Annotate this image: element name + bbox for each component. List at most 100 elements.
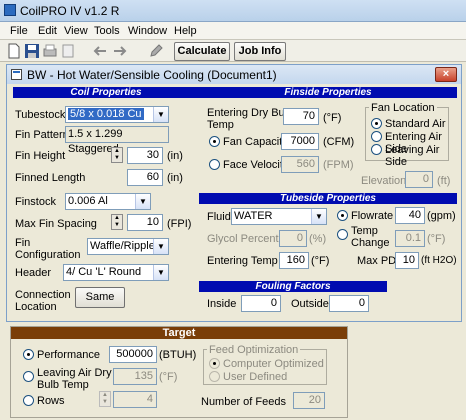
- save-icon[interactable]: [24, 43, 40, 59]
- chevron-down-icon: ▼: [311, 209, 326, 224]
- finstock-label: Finstock: [15, 196, 56, 208]
- fin-config-value: Waffle/Ripple: [90, 240, 155, 252]
- inside-label: Inside: [207, 298, 237, 310]
- document-window: BW - Hot Water/Sensible Cooling (Documen…: [6, 64, 462, 322]
- rows-stepper[interactable]: ▲ ▼: [99, 391, 111, 407]
- glycol-input[interactable]: 0: [279, 230, 307, 247]
- fan-location-title: Fan Location: [369, 102, 437, 114]
- leaving-air-unit: (°F): [159, 371, 178, 383]
- performance-input[interactable]: 500000: [109, 346, 157, 363]
- rows-input[interactable]: 4: [113, 391, 157, 408]
- preview-icon[interactable]: [60, 43, 76, 59]
- finned-length-input[interactable]: 60: [127, 169, 163, 186]
- job-info-button[interactable]: Job Info: [234, 42, 286, 61]
- outside-label: Outside: [291, 298, 329, 310]
- finned-length-unit: (in): [167, 172, 183, 184]
- max-pd-unit: (ft H2O): [421, 255, 457, 266]
- max-fin-spacing-input[interactable]: 10: [127, 214, 163, 231]
- leaving-air-radio[interactable]: [23, 371, 34, 382]
- entering-temp-input[interactable]: 160: [279, 252, 309, 269]
- spin-up-icon[interactable]: ▲: [112, 148, 122, 155]
- fin-height-label: Fin Height: [15, 150, 66, 162]
- spin-down-icon[interactable]: ▼: [112, 155, 122, 162]
- fouling-factors-header: Fouling Factors: [199, 281, 387, 292]
- elevation-unit: (ft): [437, 175, 451, 187]
- computer-optimized-label: Computer Optimized: [223, 358, 324, 370]
- menu-edit[interactable]: Edit: [38, 25, 57, 37]
- fan-capacity-radio[interactable]: [209, 136, 220, 147]
- max-fin-stepper[interactable]: ▲ ▼: [111, 214, 123, 230]
- leaving-air-input[interactable]: 135: [113, 368, 157, 385]
- standard-air-label: Standard Air: [385, 118, 446, 130]
- spin-up-icon[interactable]: ▲: [112, 215, 122, 222]
- leaving-air-label-2: Bulb Temp: [37, 379, 89, 391]
- connection-same-button[interactable]: Same: [75, 287, 125, 308]
- face-velocity-radio[interactable]: [209, 159, 220, 170]
- standard-air-radio[interactable]: [371, 118, 382, 129]
- connection-label-1: Connection: [15, 289, 71, 301]
- temp-change-unit: (°F): [427, 233, 446, 245]
- rows-radio[interactable]: [23, 395, 34, 406]
- entering-air-side-radio[interactable]: [371, 131, 382, 142]
- temp-change-radio[interactable]: [337, 229, 348, 240]
- flowrate-input[interactable]: 40: [395, 207, 425, 224]
- menu-help[interactable]: Help: [174, 25, 197, 37]
- fin-height-stepper[interactable]: ▲ ▼: [111, 147, 123, 163]
- outside-input[interactable]: 0: [329, 295, 369, 312]
- leaving-air-side-radio[interactable]: [371, 144, 382, 155]
- toolbar: Calculate Job Info: [0, 40, 466, 62]
- chevron-down-icon: ▼: [135, 194, 150, 209]
- target-panel: Target Performance 500000 (BTUH) Leaving…: [10, 326, 348, 418]
- menu-tools[interactable]: Tools: [94, 25, 120, 37]
- document-title-bar: BW - Hot Water/Sensible Cooling (Documen…: [7, 65, 461, 84]
- pencil-icon[interactable]: [148, 43, 164, 59]
- temp-change-label-1: Temp: [351, 225, 378, 237]
- fan-capacity-input[interactable]: 7000: [281, 133, 319, 150]
- number-of-feeds-input[interactable]: 20: [293, 392, 325, 409]
- number-of-feeds-label: Number of Feeds: [201, 396, 286, 408]
- tubeside-properties-panel: Tubeside Properties Fluid WATER ▼ Flowrat…: [199, 193, 457, 269]
- inside-input[interactable]: 0: [241, 295, 281, 312]
- fluid-select[interactable]: WATER ▼: [231, 208, 327, 225]
- menu-window[interactable]: Window: [128, 25, 167, 37]
- header-label: Header: [15, 267, 52, 279]
- back-arrow-icon[interactable]: [92, 43, 108, 59]
- menu-file[interactable]: File: [10, 25, 28, 37]
- user-defined-radio[interactable]: [209, 371, 220, 382]
- performance-radio[interactable]: [23, 349, 34, 360]
- fin-height-input[interactable]: 30: [127, 147, 163, 164]
- finned-length-label: Finned Length: [15, 172, 86, 184]
- menu-view[interactable]: View: [64, 25, 88, 37]
- flowrate-radio[interactable]: [337, 210, 348, 221]
- face-velocity-input[interactable]: 560: [281, 156, 319, 173]
- elevation-input[interactable]: 0: [405, 171, 433, 188]
- finstock-select[interactable]: 0.006 Al ▼: [65, 193, 151, 210]
- connection-label-2: Location: [15, 301, 57, 313]
- finside-properties-header: Finside Properties: [199, 87, 457, 98]
- coil-properties-panel: Coil Properties Tubestock 5/8 x 0.018 Cu…: [13, 87, 199, 315]
- temp-change-input[interactable]: 0.1: [395, 230, 425, 247]
- print-icon[interactable]: [42, 43, 58, 59]
- app-window: CoilPRO IV v1.2 R File Edit View Tools W…: [0, 0, 466, 420]
- header-select[interactable]: 4/ Cu 'L' Round ▼: [63, 264, 169, 281]
- coil-properties-header: Coil Properties: [13, 87, 199, 98]
- edb-unit: (°F): [323, 112, 342, 124]
- max-pd-input[interactable]: 10: [395, 252, 419, 269]
- spin-down-icon[interactable]: ▼: [112, 222, 122, 229]
- spin-up-icon[interactable]: ▲: [100, 392, 110, 399]
- menu-bar: File Edit View Tools Window Help: [0, 22, 466, 40]
- elevation-label: Elevation: [361, 175, 407, 187]
- spin-down-icon[interactable]: ▼: [100, 399, 110, 406]
- forward-arrow-icon[interactable]: [112, 43, 128, 59]
- close-icon[interactable]: ×: [435, 67, 457, 82]
- fin-config-select[interactable]: Waffle/Ripple ▼: [87, 238, 169, 255]
- calculate-button[interactable]: Calculate: [174, 42, 230, 61]
- flowrate-label: Flowrate: [351, 210, 394, 222]
- glycol-label: Glycol Percent: [207, 233, 279, 245]
- computer-optimized-radio[interactable]: [209, 358, 220, 369]
- leaving-air-side-label: Leaving Air Side: [385, 144, 440, 168]
- new-file-icon[interactable]: [6, 43, 22, 59]
- edb-input[interactable]: 70: [283, 108, 319, 125]
- chevron-down-icon: ▼: [153, 239, 168, 254]
- tubestock-select[interactable]: 5/8 x 0.018 Cu ▼: [65, 106, 169, 123]
